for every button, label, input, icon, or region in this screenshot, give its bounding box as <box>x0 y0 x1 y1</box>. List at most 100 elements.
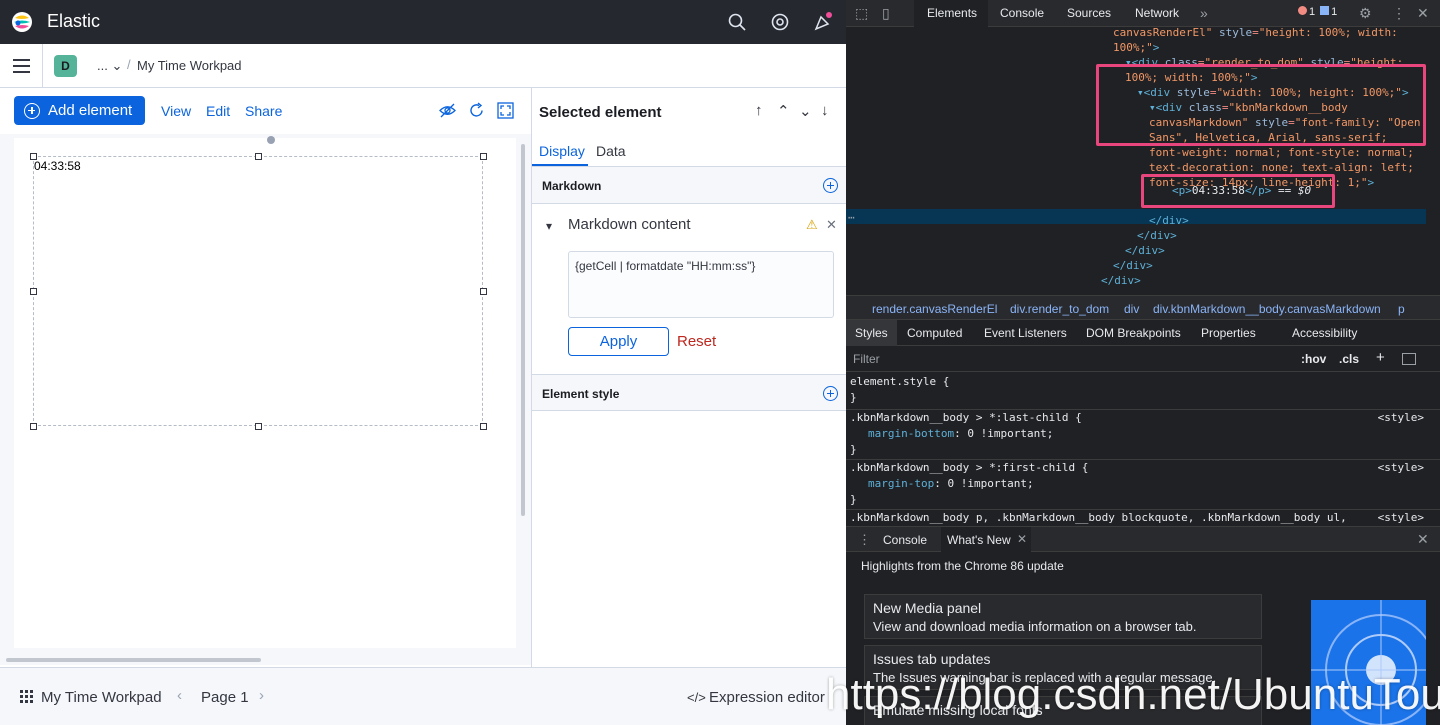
tab-display[interactable]: Display <box>539 143 585 159</box>
edit-menu-button[interactable]: Edit <box>206 103 230 119</box>
search-icon[interactable] <box>727 12 747 32</box>
dom-line[interactable]: </div> <box>1101 273 1141 288</box>
more-tabs-icon[interactable]: » <box>1200 5 1208 21</box>
crumb-item[interactable]: div.render_to_dom <box>1010 302 1109 316</box>
breadcrumb-collapsed[interactable]: ... ⌄ <box>97 58 122 74</box>
tab-accessibility[interactable]: Accessibility <box>1292 326 1357 340</box>
kebab-menu-icon[interactable]: ⋮ <box>858 532 871 548</box>
rule-declaration[interactable]: margin-bottom: 0 !important; <box>868 426 1053 442</box>
workpad-page[interactable]: 04:33:58 <box>14 136 516 648</box>
next-page-icon[interactable]: › <box>259 687 264 704</box>
tab-computed[interactable]: Computed <box>907 326 962 340</box>
rule-source[interactable]: <style> <box>1378 460 1424 476</box>
resize-handle[interactable] <box>30 153 37 160</box>
new-rule-icon[interactable]: + <box>1376 349 1385 366</box>
add-argument-icon[interactable] <box>823 178 838 193</box>
add-element-button[interactable]: Add element <box>14 96 145 125</box>
close-icon[interactable]: ✕ <box>826 217 837 233</box>
rule-selector[interactable]: .kbnMarkdown__body p, .kbnMarkdown__body… <box>850 510 1347 526</box>
page-indicator[interactable]: Page 1 <box>201 689 249 706</box>
resize-handle[interactable] <box>480 288 487 295</box>
add-style-icon[interactable] <box>823 386 838 401</box>
drawer-tab-console[interactable]: Console <box>883 533 927 547</box>
menu-icon[interactable] <box>13 58 31 74</box>
crumb-item[interactable]: render.canvasRenderEl <box>872 302 997 316</box>
rule-source[interactable]: <style> <box>1373 510 1424 526</box>
rotation-handle[interactable] <box>267 136 275 144</box>
close-drawer-icon[interactable]: ✕ <box>1417 531 1429 548</box>
tab-data[interactable]: Data <box>596 143 626 159</box>
settings-gear-icon[interactable]: ⚙ <box>1359 5 1372 22</box>
bring-forward-icon[interactable]: ⌃ <box>777 102 790 120</box>
send-backward-icon[interactable]: ⌄ <box>799 102 812 120</box>
kebab-menu-icon[interactable]: ⋮ <box>1392 5 1406 22</box>
tab-dom-breakpoints[interactable]: DOM Breakpoints <box>1086 326 1181 340</box>
bring-to-front-icon[interactable]: ↑ <box>755 102 763 119</box>
selected-dom-row[interactable] <box>846 209 1426 224</box>
rule-declaration[interactable]: margin-top: 0 !important; <box>868 476 1034 492</box>
dom-line[interactable]: </div> <box>1137 228 1177 243</box>
chevron-down-icon[interactable]: ▾ <box>546 219 552 233</box>
news-feed-icon[interactable] <box>813 12 833 32</box>
dom-line[interactable]: </div> <box>1113 258 1153 273</box>
fullscreen-icon[interactable] <box>497 102 514 119</box>
elastic-logo-icon[interactable] <box>11 11 33 33</box>
tab-properties[interactable]: Properties <box>1201 326 1256 340</box>
more-options-icon[interactable]: ⋯ <box>848 210 855 225</box>
issue-counter[interactable]: 11 <box>1298 6 1337 18</box>
close-icon[interactable]: ✕ <box>1417 5 1429 22</box>
crumb-item[interactable]: div <box>1124 302 1139 316</box>
selected-markdown-element[interactable]: 04:33:58 <box>30 153 487 430</box>
rule-selector[interactable]: .kbnMarkdown__body > *:last-child { <box>850 410 1082 426</box>
dom-line[interactable]: canvasRenderEl" style="height: 100%; wid… <box>1113 25 1398 40</box>
class-toggle[interactable]: .cls <box>1339 352 1359 366</box>
styles-filter-input[interactable]: Filter <box>853 352 880 366</box>
resize-handle[interactable] <box>255 153 262 160</box>
inspect-element-icon[interactable]: ⬚ <box>855 5 868 22</box>
crumb-item[interactable]: p <box>1398 302 1405 316</box>
send-to-back-icon[interactable]: ↓ <box>821 102 829 119</box>
device-toolbar-icon[interactable]: ▯ <box>882 5 890 22</box>
footer-workpad-title[interactable]: My Time Workpad <box>41 689 162 706</box>
tab-styles[interactable]: Styles <box>855 326 888 340</box>
rule-selector[interactable]: .kbnMarkdown__body > *:first-child { <box>850 460 1088 476</box>
tab-sources[interactable]: Sources <box>1067 6 1111 20</box>
reset-button[interactable]: Reset <box>677 333 716 350</box>
eye-closed-icon[interactable] <box>439 102 456 119</box>
warning-icon[interactable]: ⚠ <box>806 217 818 233</box>
crumb-item[interactable]: div.kbnMarkdown__body.canvasMarkdown <box>1153 302 1381 316</box>
dom-line[interactable]: </div> <box>1149 213 1189 228</box>
apply-button[interactable]: Apply <box>568 327 669 356</box>
tab-event-listeners[interactable]: Event Listeners <box>984 326 1067 340</box>
tab-elements[interactable]: Elements <box>927 6 977 20</box>
drawer-tab-whats-new[interactable]: What's New <box>947 533 1011 547</box>
vertical-scrollbar[interactable] <box>521 144 525 516</box>
sidebar-toggle-icon[interactable] <box>1402 353 1416 365</box>
share-menu-button[interactable]: Share <box>245 103 282 119</box>
resize-handle[interactable] <box>480 423 487 430</box>
rule-selector[interactable]: element.style { <box>850 374 949 390</box>
space-avatar[interactable]: D <box>54 55 77 77</box>
close-icon[interactable]: ✕ <box>1017 532 1027 546</box>
dom-line[interactable]: font-weight: normal; font-style: normal; <box>1149 145 1414 160</box>
whats-new-card[interactable]: New Media panel View and download media … <box>864 594 1262 639</box>
resize-handle[interactable] <box>30 423 37 430</box>
markdown-content-textarea[interactable]: {getCell | formatdate "HH:mm:ss"} <box>568 251 834 318</box>
dom-line[interactable]: 100%;"> <box>1113 40 1159 55</box>
horizontal-scrollbar[interactable] <box>6 658 261 662</box>
hover-state-toggle[interactable]: :hov <box>1301 352 1326 366</box>
resize-handle[interactable] <box>480 153 487 160</box>
view-menu-button[interactable]: View <box>161 103 191 119</box>
resize-handle[interactable] <box>255 423 262 430</box>
resize-handle[interactable] <box>30 288 37 295</box>
help-icon[interactable] <box>770 12 790 32</box>
tab-console[interactable]: Console <box>1000 6 1044 20</box>
tab-network[interactable]: Network <box>1135 6 1179 20</box>
previous-page-icon[interactable]: ‹ <box>177 687 182 704</box>
dom-line[interactable]: text-decoration: none; text-align: left; <box>1149 160 1414 175</box>
grid-icon[interactable] <box>20 690 33 703</box>
rule-source[interactable]: <style> <box>1378 410 1424 426</box>
dom-line[interactable]: </div> <box>1125 243 1165 258</box>
refresh-icon[interactable] <box>468 102 485 119</box>
expression-editor-button[interactable]: Expression editor <box>709 689 825 706</box>
